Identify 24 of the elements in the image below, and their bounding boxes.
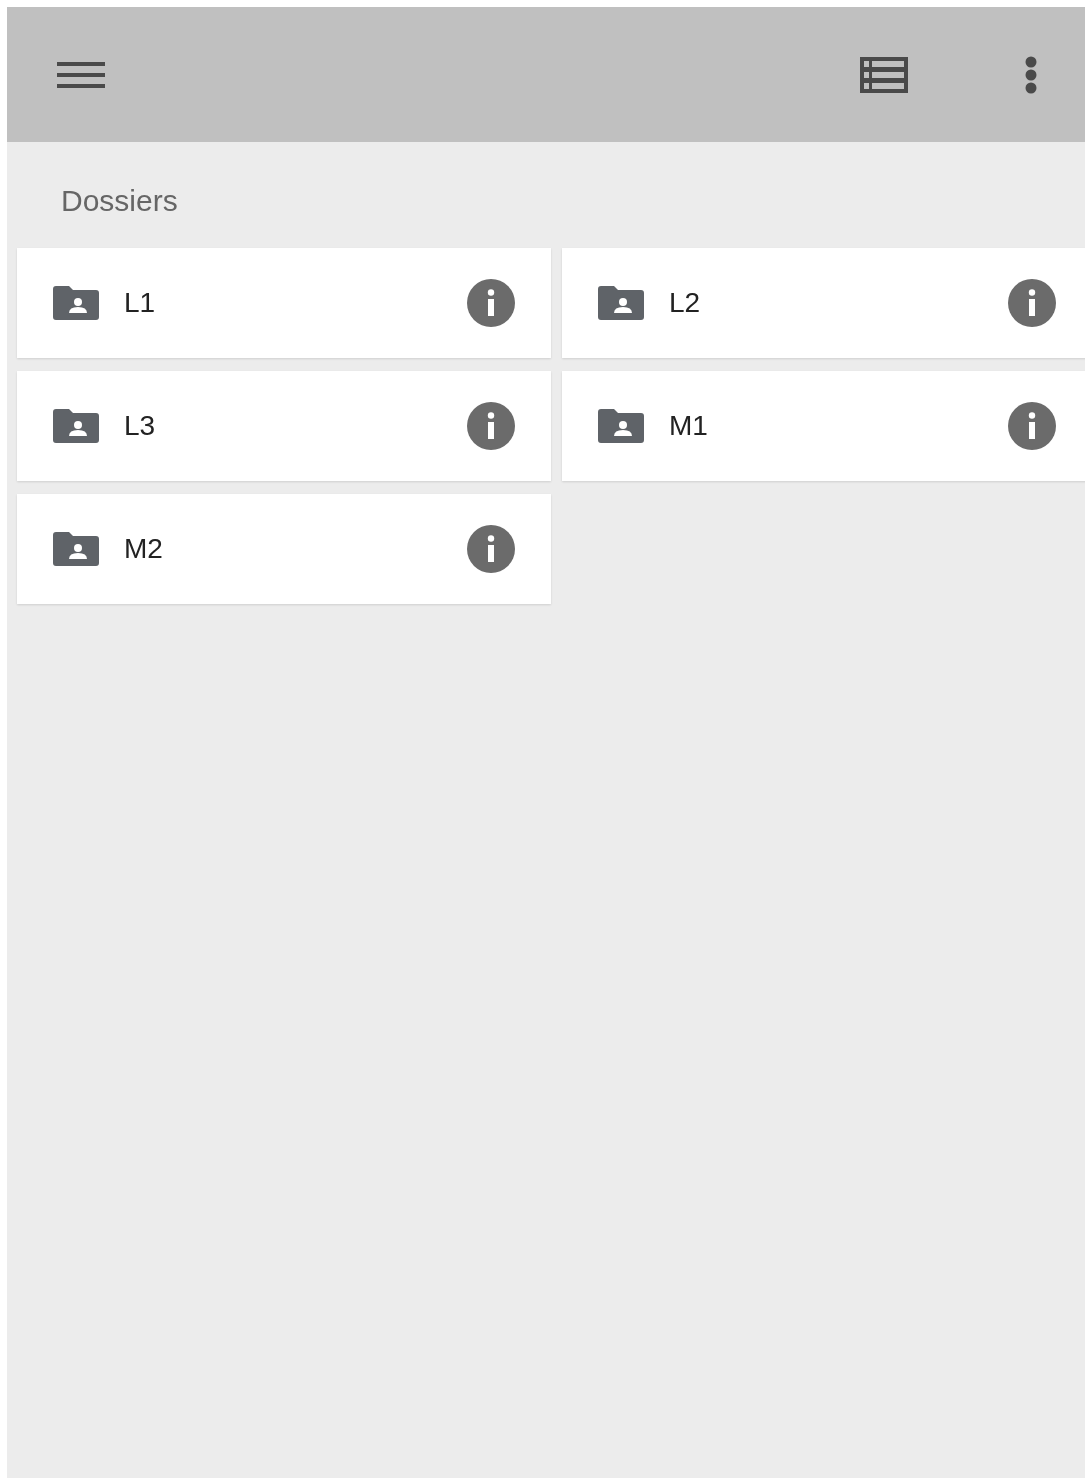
folder-card[interactable]: M1 bbox=[562, 371, 1085, 481]
info-icon[interactable] bbox=[467, 402, 515, 450]
info-icon[interactable] bbox=[1008, 402, 1056, 450]
shared-folder-icon bbox=[53, 409, 99, 443]
list-view-icon[interactable] bbox=[860, 56, 908, 93]
folder-card[interactable]: L1 bbox=[17, 248, 551, 358]
info-icon[interactable] bbox=[1008, 279, 1056, 327]
menu-icon[interactable] bbox=[57, 61, 105, 88]
folder-name: L3 bbox=[124, 410, 156, 442]
folder-card[interactable]: M2 bbox=[17, 494, 551, 604]
folder-name: L1 bbox=[124, 287, 156, 319]
shared-folder-icon bbox=[598, 286, 644, 320]
shared-folder-icon bbox=[53, 532, 99, 566]
folder-name: M2 bbox=[124, 533, 163, 565]
info-icon[interactable] bbox=[467, 525, 515, 573]
folder-card[interactable]: L3 bbox=[17, 371, 551, 481]
section-title: Dossiers bbox=[60, 183, 179, 219]
folder-card[interactable]: L2 bbox=[562, 248, 1085, 358]
info-icon[interactable] bbox=[467, 279, 515, 327]
folder-name: L2 bbox=[669, 287, 701, 319]
shared-folder-icon bbox=[53, 286, 99, 320]
folder-name: M1 bbox=[669, 410, 708, 442]
more-options-icon[interactable] bbox=[1025, 55, 1037, 94]
shared-folder-icon bbox=[598, 409, 644, 443]
